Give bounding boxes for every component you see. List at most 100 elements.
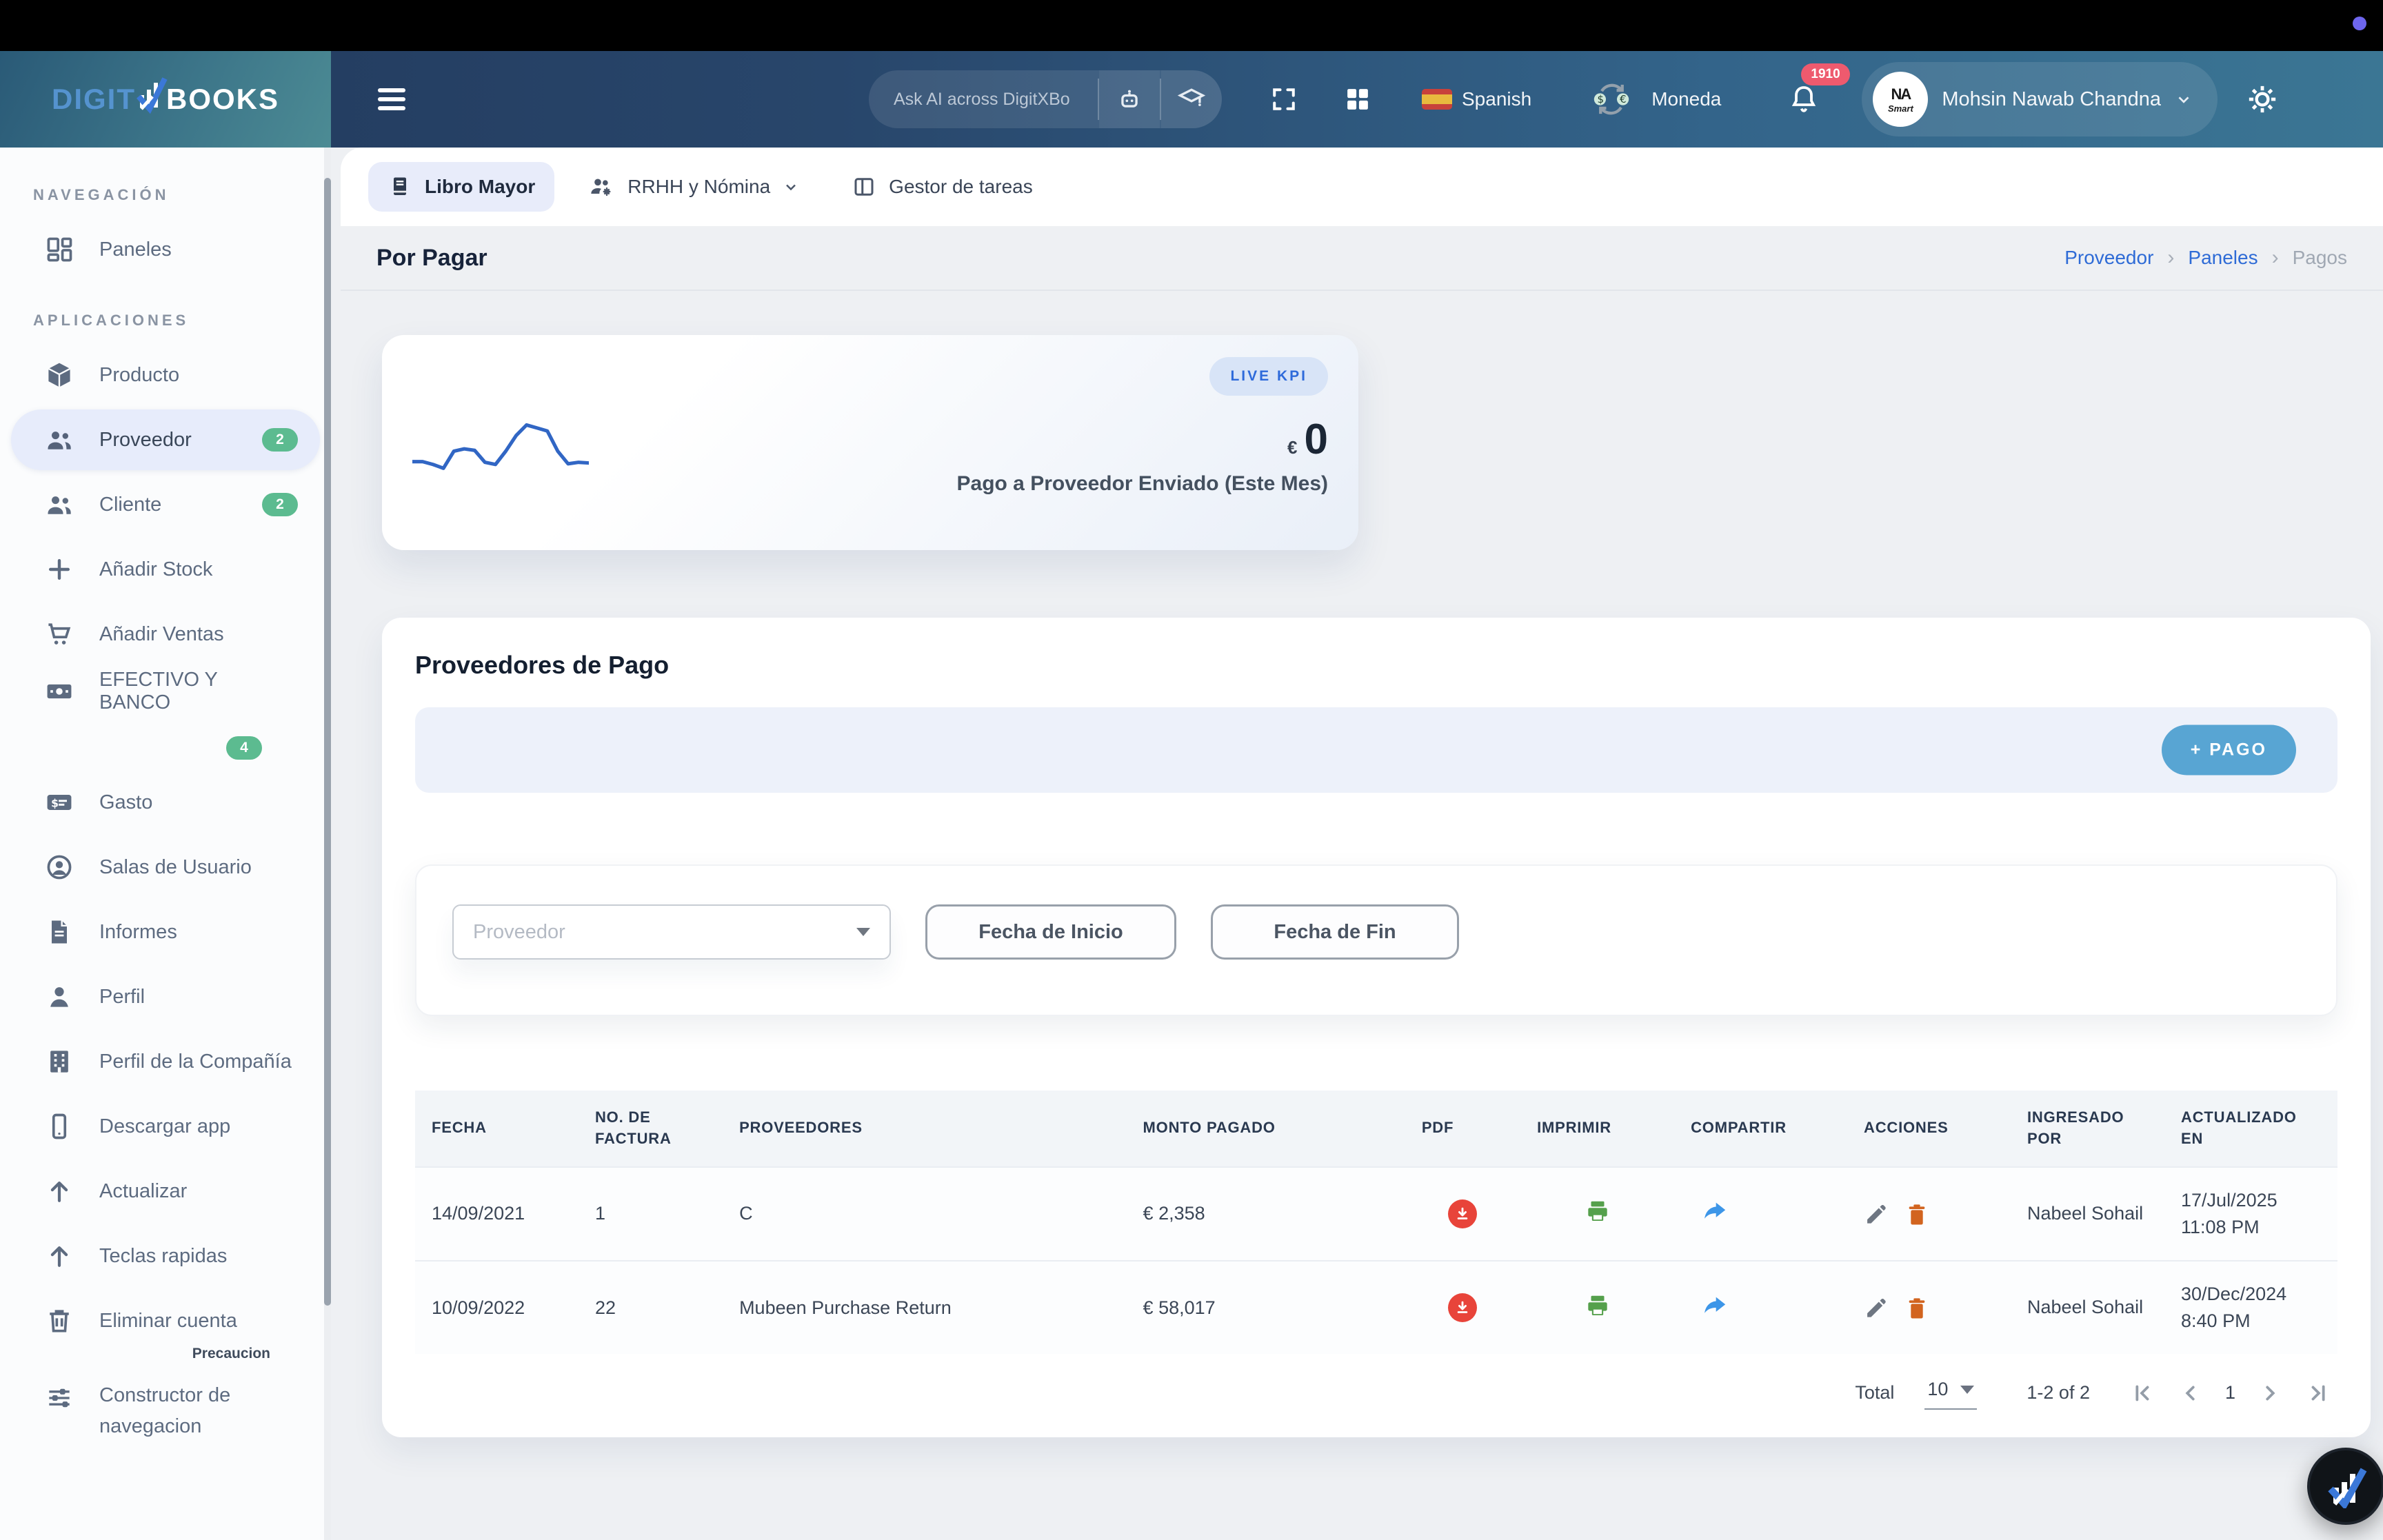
- delete-button[interactable]: [1905, 1296, 1929, 1319]
- page-title: Por Pagar: [376, 245, 487, 272]
- end-date-input[interactable]: Fecha de Fin: [1211, 904, 1459, 960]
- sidebar-item-perfil[interactable]: Perfil: [11, 966, 320, 1027]
- first-page-button[interactable]: [2129, 1380, 2155, 1406]
- sidebar-item-descargar-app[interactable]: Descargar app: [11, 1096, 320, 1157]
- user-menu[interactable]: NA Smart Mohsin Nawab Chandna: [1862, 62, 2218, 136]
- pdf-download-button[interactable]: [1448, 1293, 1477, 1322]
- share-button[interactable]: [1702, 1293, 1727, 1318]
- pdf-download-icon: [1448, 1199, 1477, 1228]
- last-page-icon: [2306, 1380, 2332, 1406]
- currency-switcher[interactable]: $ € Moneda: [1592, 80, 1721, 119]
- ai-search-input[interactable]: [869, 70, 1098, 128]
- language-label: Spanish: [1462, 88, 1531, 110]
- trash-icon: [44, 1306, 74, 1336]
- hamburger-icon: [378, 88, 405, 92]
- pagination: Total 10 1-2 of 2 1: [415, 1376, 2337, 1410]
- sidebar-item-eliminar-cuenta[interactable]: Eliminar cuenta: [11, 1290, 320, 1351]
- kpi-sparkline-chart: [412, 404, 589, 489]
- sidebar-item-salas-de-usuario[interactable]: Salas de Usuario: [11, 837, 320, 898]
- sidebar-item-anadir-ventas[interactable]: Añadir Ventas: [11, 604, 320, 665]
- language-switcher[interactable]: Spanish: [1422, 88, 1531, 110]
- sidebar-item-proveedor[interactable]: Proveedor 2: [11, 409, 320, 470]
- sidebar-scrollbar-thumb[interactable]: [324, 178, 331, 1306]
- sidebar-item-constructor-navegacion[interactable]: Constructor de navegacion: [11, 1366, 320, 1446]
- next-page-button[interactable]: [2258, 1380, 2284, 1406]
- book-icon: [388, 174, 412, 199]
- menu-toggle-button[interactable]: [370, 75, 414, 123]
- efectivo-count-badge: 4: [226, 736, 262, 760]
- user-name: Mohsin Nawab Chandna: [1942, 88, 2161, 111]
- apps-grid-button[interactable]: [1343, 85, 1372, 114]
- page-header: Por Pagar Proveedor › Paneles › Pagos: [341, 226, 2383, 291]
- kpi-value: 0: [1305, 415, 1328, 464]
- ai-robot-button[interactable]: [1099, 70, 1160, 128]
- share-arrow-icon: [1702, 1293, 1727, 1318]
- chevron-down-icon: [783, 179, 799, 195]
- sidebar-item-paneles[interactable]: Paneles: [11, 219, 320, 280]
- tab-gestor-tareas[interactable]: Gestor de tareas: [832, 162, 1052, 212]
- last-page-button[interactable]: [2306, 1380, 2332, 1406]
- fullscreen-icon: [1269, 84, 1299, 114]
- arrow-up-icon: [44, 1241, 74, 1271]
- sidebar-item-efectivo-y-banco[interactable]: EFECTIVO Y BANCO 4: [11, 669, 320, 768]
- share-button[interactable]: [1702, 1199, 1727, 1224]
- plus-icon: [44, 554, 74, 585]
- print-button[interactable]: [1585, 1198, 1611, 1224]
- expense-check-icon: $: [44, 787, 74, 818]
- page-size-select[interactable]: 10: [1924, 1376, 1977, 1410]
- tab-libro-mayor[interactable]: Libro Mayor: [368, 162, 554, 212]
- start-date-input[interactable]: Fecha de Inicio: [925, 904, 1176, 960]
- cliente-count-badge: 2: [262, 493, 298, 516]
- sidebar-item-cliente[interactable]: Cliente 2: [11, 474, 320, 535]
- sidebar-item-perfil-compania[interactable]: Perfil de la Compañía: [11, 1031, 320, 1092]
- breadcrumb-paneles[interactable]: Paneles: [2188, 247, 2258, 269]
- edit-button[interactable]: [1864, 1202, 1887, 1226]
- delete-button[interactable]: [1905, 1202, 1929, 1226]
- current-page[interactable]: 1: [2225, 1382, 2235, 1404]
- sidebar-section-applications: APLICACIONES: [0, 306, 331, 341]
- apps-grid-icon: [1343, 85, 1372, 114]
- brand-assistant-button[interactable]: [2307, 1448, 2383, 1525]
- col-pdf: PDF: [1405, 1091, 1520, 1167]
- sidebar: NAVEGACIÓN Paneles APLICACIONES Producto: [0, 148, 331, 1540]
- supplier-select[interactable]: Proveedor: [452, 904, 891, 960]
- sidebar-item-producto[interactable]: Producto: [11, 345, 320, 405]
- fullscreen-button[interactable]: [1269, 84, 1299, 114]
- sidebar-item-teclas-rapidas[interactable]: Teclas rapidas: [11, 1226, 320, 1286]
- bell-icon: [1787, 83, 1820, 116]
- pagination-range: 1-2 of 2: [2027, 1382, 2090, 1404]
- sidebar-item-informes[interactable]: Informes: [11, 902, 320, 962]
- sidebar-item-gasto[interactable]: $ Gasto: [11, 772, 320, 833]
- person-icon: [44, 982, 74, 1012]
- app-header: DIGIT BOOKS: [0, 51, 2383, 148]
- col-imprimir: IMPRIMIR: [1520, 1091, 1674, 1167]
- settings-button[interactable]: [2245, 82, 2280, 116]
- pdf-download-button[interactable]: [1448, 1199, 1477, 1228]
- col-fecha: FECHA: [415, 1091, 579, 1167]
- svg-text:$: $: [1598, 93, 1605, 105]
- col-ingresado: INGRESADO POR: [2011, 1091, 2164, 1167]
- breadcrumb-proveedor[interactable]: Proveedor: [2064, 247, 2153, 269]
- add-payment-button[interactable]: + PAGO: [2162, 725, 2296, 776]
- building-icon: [44, 1046, 74, 1077]
- cart-icon: [44, 619, 74, 649]
- tab-rrhh-nomina[interactable]: RRHH y Nómina: [568, 161, 818, 213]
- printer-icon: [1585, 1293, 1611, 1319]
- table-row: 14/09/2021 1 C € 2,358 Nabeel Sohail 17/…: [415, 1167, 2337, 1261]
- sidebar-item-anadir-stock[interactable]: Añadir Stock: [11, 539, 320, 600]
- edit-button[interactable]: [1864, 1296, 1887, 1319]
- ai-search-bar: [869, 70, 1222, 128]
- proveedor-count-badge: 2: [262, 428, 298, 452]
- svg-text:€: €: [1620, 93, 1627, 105]
- notifications-button[interactable]: [1787, 83, 1820, 116]
- currency-label: Moneda: [1651, 88, 1721, 110]
- spain-flag-icon: [1422, 89, 1452, 110]
- ai-learn-button[interactable]: [1161, 70, 1222, 128]
- table-row: 10/09/2022 22 Mubeen Purchase Return € 5…: [415, 1261, 2337, 1354]
- filters-panel: Proveedor Fecha de Inicio Fecha de Fin: [415, 864, 2337, 1016]
- sidebar-item-actualizar[interactable]: Actualizar: [11, 1161, 320, 1222]
- arrow-up-icon: [44, 1176, 74, 1206]
- prev-page-button[interactable]: [2177, 1380, 2203, 1406]
- system-top-bar: [0, 0, 2383, 51]
- print-button[interactable]: [1585, 1293, 1611, 1319]
